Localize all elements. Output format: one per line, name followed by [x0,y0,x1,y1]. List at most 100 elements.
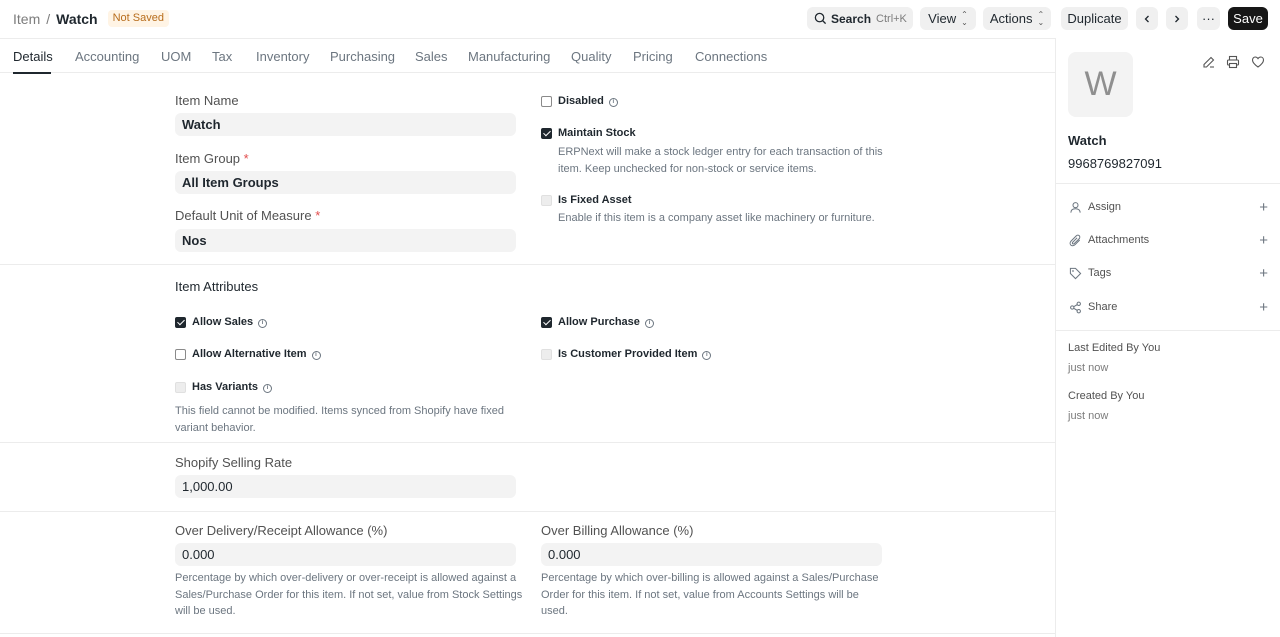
tab-quality[interactable]: Quality [571,49,611,64]
item-name-input[interactable]: Watch [175,113,516,136]
tab-accounting[interactable]: Accounting [75,49,139,64]
print-icon[interactable] [1226,55,1240,69]
maintain-stock-label: Maintain Stock [558,127,636,139]
sidebar-record-title: Watch [1068,133,1107,148]
sidebar-item-label: Share [1088,301,1118,313]
disabled-label: Disabled i [558,95,618,107]
next-record-button[interactable] [1166,7,1188,30]
sidebar-item-share[interactable]: Share + [1068,298,1268,316]
paperclip-icon [1068,233,1082,247]
sidebar-record-code: 9968769827091 [1068,156,1162,171]
form-tabs: Details Accounting UOM Tax Inventory Pur… [0,38,1055,74]
search-label: Search [831,11,872,26]
heart-icon[interactable] [1251,55,1265,69]
disabled-checkbox[interactable] [541,96,552,107]
disabled-label-text: Disabled [558,95,604,107]
previous-record-button[interactable] [1136,7,1158,30]
is-fixed-asset-description: Enable if this item is a company asset l… [558,212,875,224]
is-fixed-asset-checkbox[interactable] [541,195,552,206]
save-button[interactable]: Save [1228,7,1268,30]
tab-connections[interactable]: Connections [695,49,767,64]
plus-icon[interactable]: + [1259,232,1268,249]
plus-icon[interactable]: + [1259,199,1268,216]
over-delivery-allowance-input[interactable]: 0.000 [175,543,516,566]
actions-label: Actions [989,11,1033,26]
maintain-stock-checkbox[interactable] [541,128,552,139]
default-uom-input[interactable]: Nos [175,229,516,252]
allow-sales-label: Allow Sales i [192,316,268,328]
has-variants-checkbox[interactable] [175,382,186,393]
tab-pricing[interactable]: Pricing [633,49,673,64]
allow-alternative-item-label-text: Allow Alternative Item [192,348,307,360]
breadcrumb-item-link[interactable]: Item [13,11,40,27]
section-divider [0,264,1055,265]
sidebar-item-attachments[interactable]: Attachments + [1068,231,1268,249]
chevron-right-icon [1175,15,1180,22]
edit-icon[interactable] [1202,55,1216,69]
allow-alternative-item-checkbox[interactable] [175,349,186,360]
shopify-selling-rate-label: Shopify Selling Rate [175,455,293,470]
tab-manufacturing[interactable]: Manufacturing [468,49,550,64]
breadcrumb-separator: / [46,10,51,27]
info-icon: i [702,351,712,360]
item-group-label: Item Group * [175,151,249,166]
search-button[interactable]: Search Ctrl+K [807,7,913,30]
chevron-left-icon [1144,15,1149,22]
over-billing-allowance-input[interactable]: 0.000 [541,543,882,566]
view-button[interactable]: View ⌃ ⌄ [920,7,976,30]
sidebar-item-assign[interactable]: Assign + [1068,198,1268,216]
more-options-button[interactable]: ··· [1197,7,1220,30]
default-uom-label: Default Unit of Measure * [175,208,320,223]
search-icon [814,12,827,25]
over-delivery-allowance-label: Over Delivery/Receipt Allowance (%) [175,523,388,538]
is-customer-provided-item-checkbox[interactable] [541,349,552,360]
view-label: View [928,11,957,26]
section-divider [0,442,1055,443]
is-customer-provided-item-label: Is Customer Provided Item i [558,348,712,360]
info-icon: i [263,384,273,393]
item-name-label: Item Name [175,93,239,108]
status-badge: Not Saved [107,10,169,27]
shopify-selling-rate-input[interactable]: 1,000.00 [175,475,516,498]
sidebar-divider [1056,183,1280,184]
sidebar-item-tags[interactable]: Tags + [1068,264,1268,282]
share-icon [1068,300,1082,314]
page-title: Watch [56,10,98,27]
sidebar-divider [1055,38,1056,637]
tab-purchasing[interactable]: Purchasing [330,49,395,64]
tab-inventory[interactable]: Inventory [256,49,309,64]
info-icon: i [311,351,321,360]
allow-alternative-item-label: Allow Alternative Item i [192,348,321,360]
item-group-input[interactable]: All Item Groups [175,171,516,194]
tab-details[interactable]: Details [13,49,53,64]
last-edited-time: just now [1068,362,1109,374]
tab-tax[interactable]: Tax [212,49,232,64]
sidebar-item-label: Tags [1088,267,1112,279]
active-tab-indicator [13,72,51,74]
info-icon: i [644,319,654,328]
last-edited-label: Last Edited By You [1068,342,1161,354]
top-bar: Item / Watch Not Saved Search Ctrl+K Vie… [0,0,1280,38]
tab-sales[interactable]: Sales [415,49,448,64]
tag-icon [1068,266,1082,280]
sidebar-divider [1056,330,1280,331]
is-fixed-asset-label: Is Fixed Asset [558,194,632,206]
plus-icon[interactable]: + [1259,265,1268,282]
allow-sales-checkbox[interactable] [175,317,186,328]
info-icon: i [608,98,618,107]
duplicate-button[interactable]: Duplicate [1061,7,1128,30]
avatar[interactable]: W [1068,52,1133,117]
over-billing-allowance-label: Over Billing Allowance (%) [541,523,694,538]
allow-purchase-checkbox[interactable] [541,317,552,328]
tab-uom[interactable]: UOM [161,49,191,64]
default-uom-label-text: Default Unit of Measure [175,208,312,223]
required-marker: * [315,208,321,223]
sidebar-item-label: Attachments [1088,234,1150,246]
plus-icon[interactable]: + [1259,299,1268,316]
item-group-label-text: Item Group [175,151,241,166]
has-variants-label-text: Has Variants [192,381,259,393]
has-variants-label: Has Variants i [192,381,273,393]
actions-button[interactable]: Actions ⌃ ⌄ [983,7,1051,30]
chevron-up-down-icon: ⌃ ⌄ [1037,9,1045,27]
allow-purchase-label-text: Allow Purchase [558,316,640,328]
